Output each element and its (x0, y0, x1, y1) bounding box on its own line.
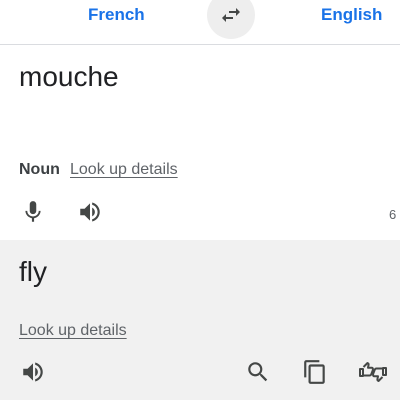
source-speaker-icon[interactable] (77, 199, 103, 225)
target-speaker-icon[interactable] (20, 359, 46, 385)
source-language-button[interactable]: French (88, 5, 145, 25)
thumbs-feedback-icon[interactable] (358, 359, 388, 385)
swap-horiz-icon (219, 3, 243, 27)
source-look-up-details-link[interactable]: Look up details (70, 161, 178, 179)
target-panel: fly Look up details (0, 240, 400, 400)
part-of-speech-label: Noun (19, 161, 60, 178)
character-count: 6 (389, 207, 397, 222)
target-language-button[interactable]: English (321, 5, 382, 25)
translation-text: fly (19, 256, 47, 287)
microphone-icon[interactable] (20, 199, 46, 225)
source-panel: mouche Noun Look up details 6 (0, 45, 400, 240)
language-bar: French English (0, 0, 400, 45)
source-input-text[interactable]: mouche (19, 61, 119, 93)
copy-icon[interactable] (302, 359, 328, 385)
swap-languages-button[interactable] (207, 0, 255, 39)
target-look-up-details-link[interactable]: Look up details (19, 322, 127, 340)
search-icon[interactable] (245, 359, 271, 385)
